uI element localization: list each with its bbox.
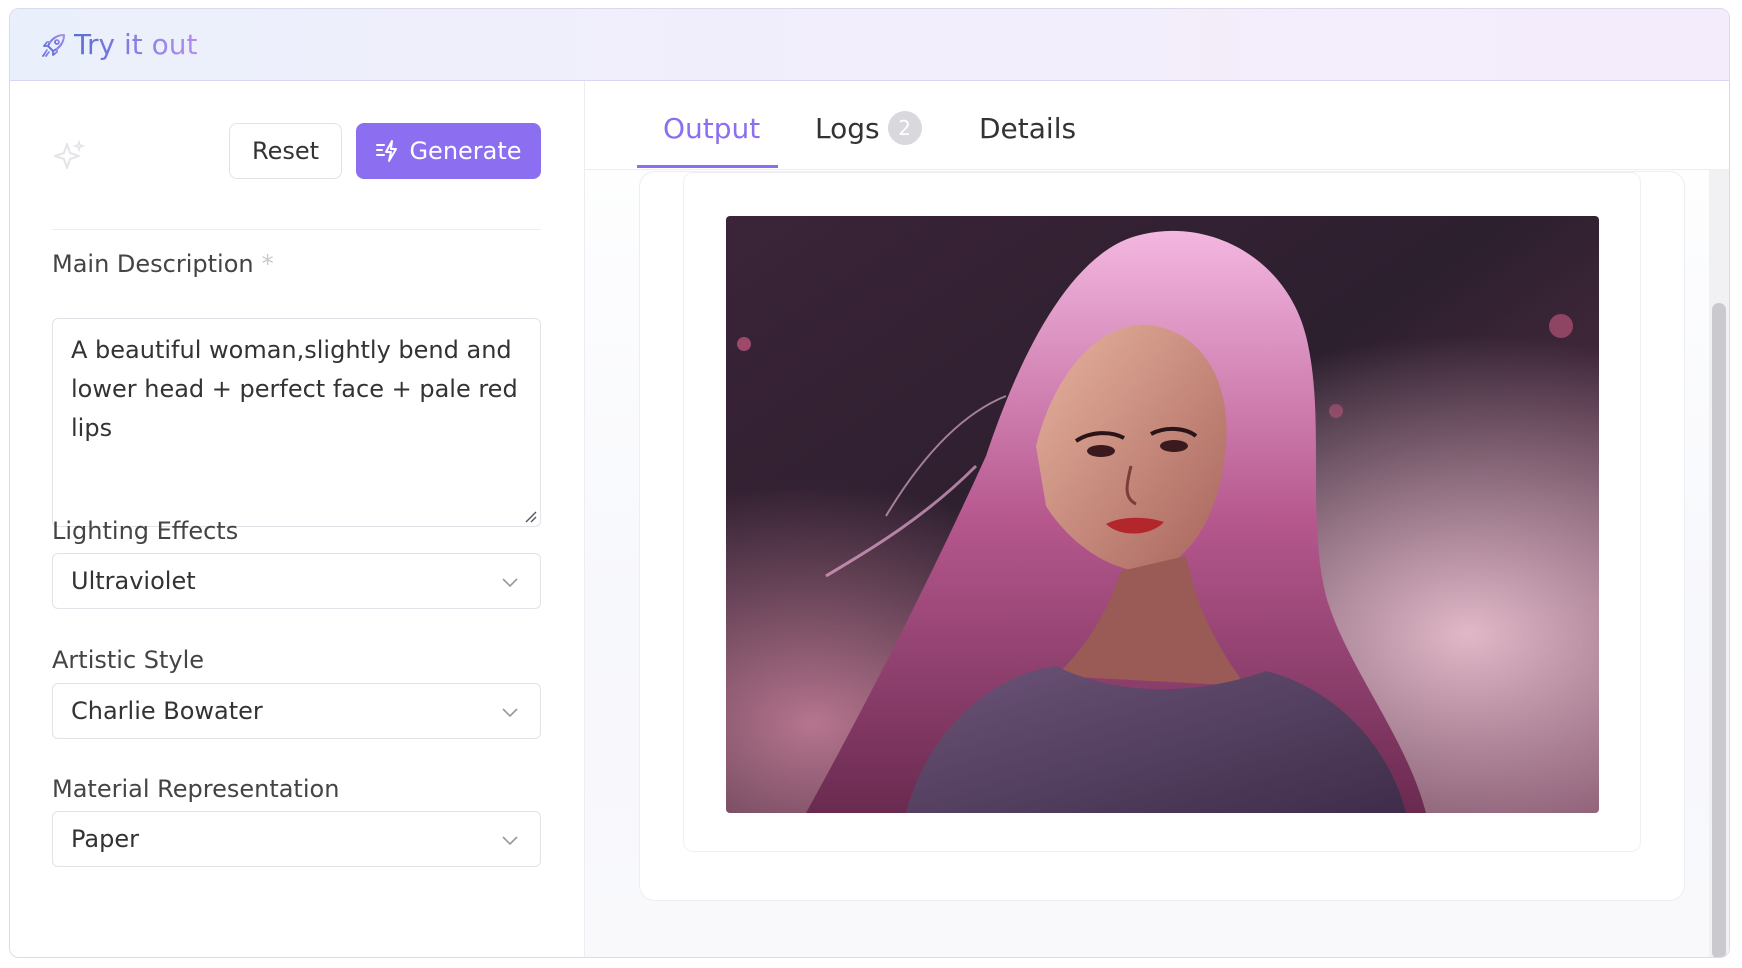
main-description-label: Main Description * (52, 248, 274, 280)
rocket-icon (42, 34, 65, 57)
artistic-style-select[interactable]: Charlie Bowater (52, 683, 541, 739)
material-representation-select[interactable]: Paper (52, 811, 541, 867)
reset-button[interactable]: Reset (229, 123, 342, 179)
scrollbar-thumb[interactable] (1712, 303, 1726, 957)
chevron-down-icon (502, 578, 518, 588)
lighting-effects-select[interactable]: Ultraviolet (52, 553, 541, 609)
output-panel: Output Logs 2 Details (585, 81, 1729, 957)
portrait-illustration (726, 216, 1599, 813)
material-representation-label: Material Representation (52, 775, 340, 803)
output-card (639, 171, 1685, 901)
divider (52, 229, 541, 230)
required-mark: * (261, 250, 274, 278)
input-panel: Reset Generate Main Description * A beaut… (10, 81, 585, 957)
tab-details[interactable]: Details (979, 111, 1076, 147)
material-representation-value: Paper (71, 825, 139, 853)
page-title: Try it out (74, 28, 198, 61)
resize-grip-icon[interactable] (525, 511, 537, 523)
logs-count-badge: 2 (887, 111, 922, 145)
sparkle-icon (54, 139, 86, 169)
lighting-effects-label: Lighting Effects (52, 517, 239, 545)
generate-button-label: Generate (409, 137, 522, 165)
main-description-input[interactable]: A beautiful woman,slightly bend and lowe… (52, 318, 541, 527)
artistic-style-label: Artistic Style (52, 646, 205, 674)
app-frame: Try it out Reset Generate Main Descripti… (9, 8, 1730, 958)
chevron-down-icon (502, 836, 518, 846)
tab-logs-label: Logs (815, 112, 880, 145)
generated-image[interactable] (726, 216, 1599, 813)
generate-button[interactable]: Generate (356, 123, 541, 179)
active-tab-indicator (637, 165, 778, 168)
main-description-label-text: Main Description (52, 250, 254, 278)
chevron-down-icon (502, 708, 518, 718)
image-container (683, 172, 1641, 852)
tab-logs[interactable]: Logs 2 (815, 111, 922, 147)
tab-output[interactable]: Output (663, 111, 760, 147)
lighting-effects-value: Ultraviolet (71, 567, 196, 595)
header-bar: Try it out (10, 9, 1729, 81)
tab-bar: Output Logs 2 Details (585, 81, 1729, 170)
generate-icon (376, 140, 398, 162)
artistic-style-value: Charlie Bowater (71, 697, 263, 725)
